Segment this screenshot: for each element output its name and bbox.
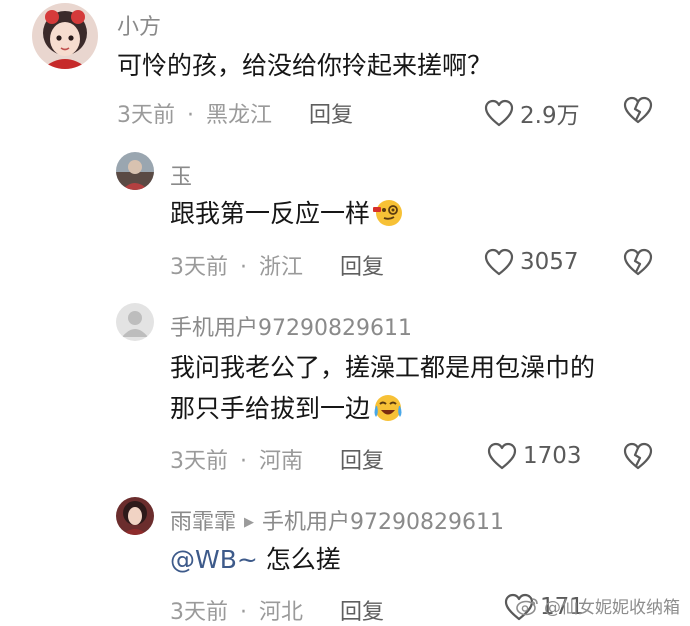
comment-text: 跟我第一反应一样 [170, 194, 404, 234]
woman-portrait-avatar-icon [116, 497, 154, 535]
avatar[interactable] [116, 497, 154, 535]
reply-target[interactable]: 手机用户97290829611 [262, 510, 504, 535]
reply-arrow-icon: ▶ [244, 515, 255, 530]
heart-outline-icon [487, 442, 517, 470]
heart-outline-icon [484, 248, 514, 276]
separator: · [240, 255, 247, 280]
comment-meta: 3天前 · 浙江 回复 [170, 249, 384, 281]
username[interactable]: 小方 [117, 9, 161, 41]
reply-author[interactable]: 雨霏霏 [170, 510, 236, 535]
broken-heart-icon [623, 248, 653, 276]
watermark-text: @仙女妮妮收纳箱 [544, 598, 680, 618]
comment-meta: 3天前 · 河北 回复 [170, 594, 384, 626]
like-button[interactable]: 1703 [487, 442, 582, 470]
comment-time: 3天前 [170, 600, 228, 625]
dislike-button[interactable] [623, 442, 653, 470]
crying-laughing-emoji-icon [374, 395, 402, 421]
comment-text: @WB~ 怎么搓 [170, 540, 341, 580]
comment-text-body: 跟我第一反应一样 [170, 199, 371, 228]
username[interactable]: 玉 [170, 159, 192, 191]
comment-time: 3天前 [170, 449, 228, 474]
comment-meta: 3天前 · 河南 回复 [170, 443, 384, 475]
like-count: 3057 [520, 249, 579, 275]
reply-button[interactable]: 回复 [340, 600, 384, 625]
dislike-button[interactable] [623, 248, 653, 276]
dislike-button[interactable] [623, 96, 653, 124]
heart-outline-icon [484, 99, 514, 127]
face-with-monocle-emoji-icon [373, 200, 403, 226]
reply-button[interactable]: 回复 [340, 449, 384, 474]
comment-meta: 3天前 · 黑龙江 回复 [117, 97, 353, 129]
like-count: 2.9万 [520, 103, 580, 129]
separator: · [187, 103, 194, 128]
default-user-avatar-icon [116, 303, 154, 341]
like-button[interactable]: 2.9万 [484, 96, 580, 130]
avatar[interactable] [32, 3, 98, 69]
like-button[interactable]: 3057 [484, 248, 579, 276]
comment-time: 3天前 [170, 255, 228, 280]
comment-location: 河南 [259, 449, 304, 474]
separator: · [240, 449, 247, 474]
photo-avatar-icon [116, 152, 154, 190]
username: 雨霏霏 ▶ 手机用户97290829611 [170, 504, 504, 536]
girl-portrait-avatar-icon [32, 3, 98, 69]
username[interactable]: 手机用户97290829611 [170, 310, 412, 342]
comment-location: 黑龙江 [206, 103, 273, 128]
reply-button[interactable]: 回复 [340, 255, 384, 280]
weibo-logo-icon [516, 597, 538, 615]
broken-heart-icon [623, 96, 653, 124]
comment-text-line1: 我问我老公了，搓澡工都是用包澡巾的 [170, 353, 596, 382]
comment-text-body: 怎么搓 [257, 545, 341, 574]
comment-text-line2: 那只手给拔到一边 [170, 389, 404, 429]
comment-time: 3天前 [117, 103, 175, 128]
watermark: @仙女妮妮收纳箱 [516, 593, 680, 618]
mention-link[interactable]: @WB~ [170, 545, 258, 574]
comment-text-body: 那只手给拔到一边 [170, 394, 371, 423]
avatar[interactable] [116, 152, 154, 190]
broken-heart-icon [623, 442, 653, 470]
like-count: 1703 [523, 443, 582, 469]
comment-location: 浙江 [259, 255, 304, 280]
separator: · [240, 600, 247, 625]
comment-location: 河北 [259, 600, 304, 625]
comment-text: 可怜的孩，给没给你拎起来搓啊？ [117, 51, 493, 80]
reply-button[interactable]: 回复 [309, 103, 353, 128]
avatar[interactable] [116, 303, 154, 341]
